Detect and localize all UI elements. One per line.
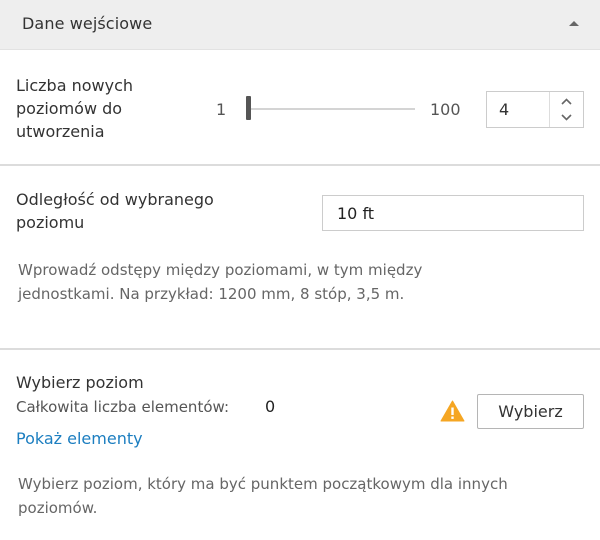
panel-title: Dane wejściowe	[22, 14, 153, 33]
slider-max-label: 100	[430, 100, 461, 119]
warning-icon	[440, 400, 465, 422]
levels-slider-track[interactable]	[247, 108, 415, 110]
levels-count-input[interactable]	[487, 92, 549, 127]
select-button[interactable]: Wybierz	[477, 394, 584, 429]
input-panel: Dane wejściowe Liczba nowych poziomów do…	[0, 0, 600, 540]
levels-count-label: Liczba nowych poziomów do utworzenia	[16, 76, 134, 141]
levels-count-stepper[interactable]	[486, 91, 584, 128]
select-level-hint: Wybierz poziom, który ma być punktem poc…	[18, 475, 508, 517]
distance-hint: Wprowadź odstępy między poziomami, w tym…	[18, 261, 423, 303]
section-divider	[0, 164, 600, 166]
slider-min-label: 1	[216, 100, 227, 119]
element-count-label: Całkowita liczba elementów:	[16, 398, 230, 416]
panel-header[interactable]: Dane wejściowe	[0, 0, 600, 50]
show-elements-link[interactable]: Pokaż elementy	[16, 429, 143, 448]
select-level-label: Wybierz poziom	[16, 373, 144, 392]
chevron-up-icon[interactable]	[550, 93, 583, 110]
chevron-down-icon[interactable]	[550, 109, 583, 126]
section-divider	[0, 348, 600, 350]
element-count-value: 0	[265, 397, 276, 416]
distance-input[interactable]	[322, 195, 584, 231]
distance-label: Odległość od wybranego poziomu	[16, 190, 214, 232]
caret-up-icon[interactable]	[566, 16, 582, 32]
levels-slider-thumb[interactable]	[246, 96, 251, 120]
